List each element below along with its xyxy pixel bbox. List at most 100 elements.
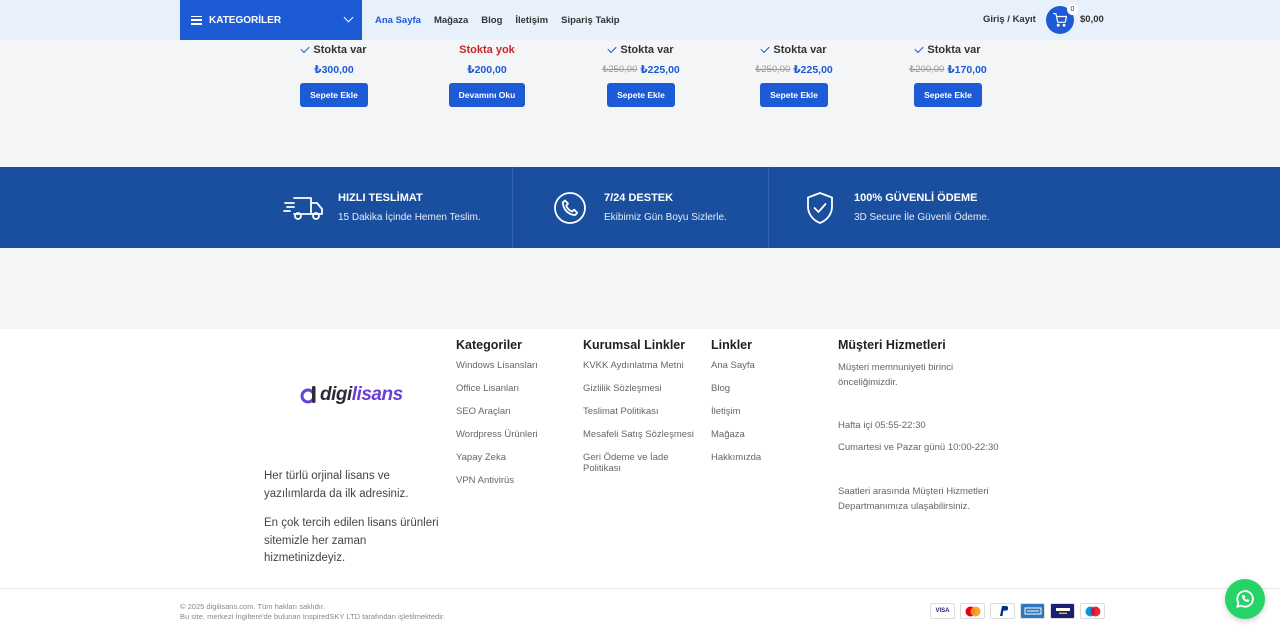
product-price: ₺200,00 ₺170,00 — [909, 63, 987, 76]
whatsapp-button[interactable] — [1225, 579, 1265, 619]
about-text-2: En çok tercih edilen lisans ürünleri sit… — [264, 517, 439, 564]
site-header: KATEGORİLER Ana Sayfa Mağaza Blog İletiş… — [0, 0, 1280, 40]
column-title: Müşteri Hizmetleri — [838, 338, 946, 352]
maestro-icon — [1080, 603, 1105, 619]
stock-status: Stokta var — [607, 43, 674, 57]
product-card: Stokta var ₺250,00 ₺225,00 Sepete Ekle — [581, 40, 701, 107]
feature-fast-delivery: HIZLI TESLİMAT 15 Dakika İçinde Hemen Te… — [283, 167, 481, 248]
footer-link[interactable]: VPN Antivirüs — [456, 475, 576, 486]
footer-link[interactable]: KVKK Aydınlatma Metni — [583, 360, 701, 371]
footer-link[interactable]: Mağaza — [711, 429, 821, 440]
amex-card-icon — [1020, 603, 1045, 619]
visa-electron-icon — [1050, 603, 1075, 619]
divider — [512, 167, 513, 248]
spacer — [0, 248, 1280, 329]
feature-subtitle: 3D Secure İle Güvenli Ödeme. — [854, 212, 990, 223]
add-to-cart-button[interactable]: Sepete Ekle — [760, 83, 828, 107]
main-nav: Ana Sayfa Mağaza Blog İletişim Sipariş T… — [375, 0, 620, 40]
feature-title: 7/24 DESTEK — [604, 192, 674, 204]
copyright-line: Bu site, merkezi İngiltere'de bulunan In… — [180, 612, 446, 621]
copyright: © 2025 digilisans.com. Tüm hakları saklı… — [180, 602, 445, 622]
service-text: Müşteri memnuniyeti birinci önceliğimizd… — [838, 362, 954, 388]
check-icon — [300, 43, 310, 54]
footer-column-corporate: Kurumsal Linkler KVKK Aydınlatma Metni G… — [583, 338, 701, 486]
categories-button[interactable]: KATEGORİLER — [180, 0, 362, 40]
product-price: ₺300,00 — [314, 63, 354, 76]
old-price: ₺250,00 — [602, 64, 638, 75]
product-card: Stokta yok ₺200,00 Devamını Oku — [427, 40, 547, 107]
divider — [768, 167, 769, 248]
truck-icon — [283, 196, 323, 220]
product-price: ₺200,00 — [467, 63, 507, 76]
nav-contact[interactable]: İletişim — [515, 15, 548, 26]
footer-link[interactable]: İletişim — [711, 406, 821, 417]
shield-icon — [807, 191, 833, 224]
nav-home[interactable]: Ana Sayfa — [375, 15, 421, 26]
feature-secure-payment: 100% GÜVENLİ ÖDEME 3D Secure İle Güvenli… — [805, 167, 990, 248]
phone-icon — [554, 191, 586, 224]
footer-link[interactable]: Office Lisanları — [456, 383, 576, 394]
footer-link[interactable]: Wordpress Ürünleri — [456, 429, 576, 440]
add-to-cart-button[interactable]: Sepete Ekle — [914, 83, 982, 107]
feature-subtitle: 15 Dakika İçinde Hemen Teslim. — [338, 212, 481, 223]
footer-link[interactable]: Mesafeli Satış Sözleşmesi — [583, 429, 701, 440]
footer-link[interactable]: Hakkımızda — [711, 452, 821, 463]
read-more-button[interactable]: Devamını Oku — [448, 83, 526, 107]
cart-icon — [1053, 13, 1067, 27]
add-to-cart-button[interactable]: Sepete Ekle — [607, 83, 675, 107]
footer-column-links: Linkler Ana Sayfa Blog İletişim Mağaza H… — [711, 338, 821, 475]
mastercard-icon — [960, 603, 985, 619]
old-price: ₺250,00 — [755, 64, 791, 75]
site-logo[interactable]: digilisans — [300, 384, 403, 406]
footer-link[interactable]: Geri Ödeme ve İade Politikası — [583, 452, 683, 474]
service-hours: Hafta içi 05:55-22:30 — [838, 420, 926, 431]
about-text-1: Her türlü orjinal lisans ve yazılımlarda… — [264, 470, 409, 500]
column-title: Linkler — [711, 338, 752, 352]
footer-link[interactable]: Windows Lisansları — [456, 360, 576, 371]
footer-link[interactable]: Ana Sayfa — [711, 360, 821, 371]
column-title: Kategoriler — [456, 338, 522, 352]
product-card: Stokta var ₺200,00 ₺170,00 Sepete Ekle — [888, 40, 1008, 107]
feature-title: 100% GÜVENLİ ÖDEME — [854, 192, 978, 204]
whatsapp-icon — [1236, 590, 1254, 608]
old-price: ₺200,00 — [909, 64, 945, 75]
cart-count-badge: 0 — [1067, 4, 1078, 15]
stock-status: Stokta var — [300, 43, 367, 57]
divider — [0, 588, 1280, 589]
features-band: HIZLI TESLİMAT 15 Dakika İçinde Hemen Te… — [0, 167, 1280, 248]
copyright-line: © 2025 digilisans.com. Tüm hakları saklı… — [180, 602, 326, 611]
footer-link[interactable]: Yapay Zeka — [456, 452, 576, 463]
stock-status: Stokta yok — [459, 44, 515, 56]
nav-shop[interactable]: Mağaza — [434, 15, 468, 26]
feature-support: 7/24 DESTEK Ekibimiz Gün Boyu Sizlerle. — [553, 167, 727, 248]
service-text: Saatleri arasında Müşteri Hizmetleri Dep… — [838, 486, 989, 512]
footer-link[interactable]: Blog — [711, 383, 821, 394]
visa-card-icon: VISA — [930, 603, 955, 619]
paypal-icon — [990, 603, 1015, 619]
logo-text-part1: digi — [320, 384, 352, 405]
nav-order-tracking[interactable]: Sipariş Takip — [561, 15, 619, 26]
product-price: ₺250,00 ₺225,00 — [755, 63, 833, 76]
check-icon — [914, 43, 924, 54]
add-to-cart-button[interactable]: Sepete Ekle — [300, 83, 368, 107]
column-title: Kurumsal Linkler — [583, 338, 686, 352]
product-strip: Stokta var ₺300,00 Sepete Ekle Stokta yo… — [0, 40, 1280, 167]
login-register-link[interactable]: Giriş / Kayıt — [983, 14, 1036, 25]
footer-link[interactable]: Gizlilik Sözleşmesi — [583, 383, 701, 394]
cart-total: $0,00 — [1080, 14, 1104, 25]
check-icon — [607, 43, 617, 54]
categories-label: KATEGORİLER — [209, 14, 282, 26]
feature-title: HIZLI TESLİMAT — [338, 192, 423, 204]
footer-link[interactable]: SEO Araçları — [456, 406, 576, 417]
footer-column-categories: Kategoriler Windows Lisansları Office Li… — [456, 338, 576, 498]
feature-subtitle: Ekibimiz Gün Boyu Sizlerle. — [604, 212, 727, 223]
footer-link[interactable]: Teslimat Politikası — [583, 406, 701, 417]
chevron-down-icon — [343, 12, 354, 23]
stock-status: Stokta var — [914, 43, 981, 57]
logo-mark-icon — [300, 386, 316, 404]
product-card: Stokta var ₺250,00 ₺225,00 Sepete Ekle — [734, 40, 854, 107]
site-footer: digilisans Her türlü orjinal lisans ve y… — [0, 329, 1280, 634]
nav-blog[interactable]: Blog — [481, 15, 502, 26]
product-price: ₺250,00 ₺225,00 — [602, 63, 680, 76]
logo-text-part2: lisans — [351, 384, 403, 405]
